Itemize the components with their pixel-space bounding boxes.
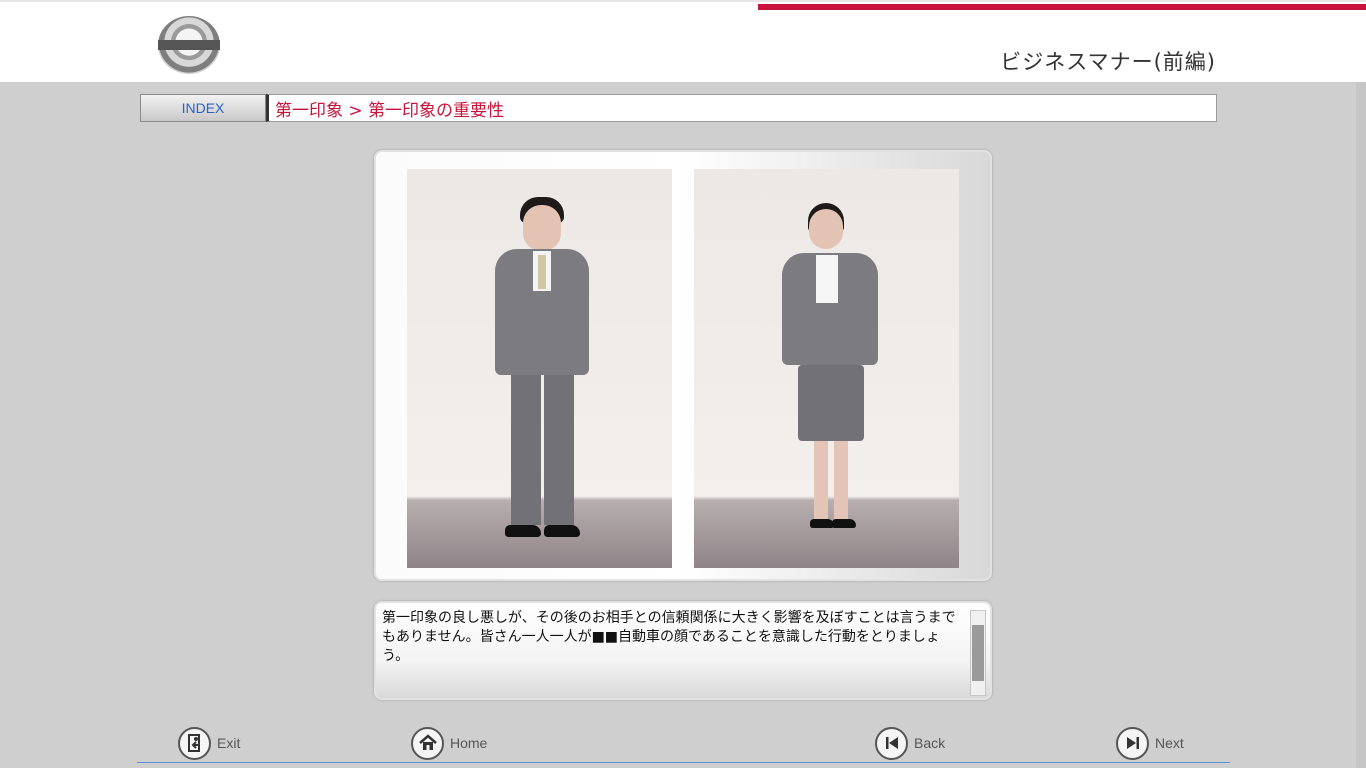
breadcrumb-path: 第一印象 > 第一印象の重要性 [275,100,505,121]
exit-button[interactable]: Exit [178,726,240,760]
narration-scroll-thumb[interactable] [972,625,984,681]
exit-label: Exit [217,735,241,751]
header-accent-bar [758,4,1366,10]
narration-panel: 第一印象の良し悪しが、その後のお相手との信頼関係に大きく影響を及ぼすことは言うま… [374,601,992,700]
back-icon [875,726,908,760]
course-title: ビジネスマナー(前編) [1000,50,1216,74]
header: ビジネスマナー(前編) [0,0,1366,82]
company-logo [158,16,220,74]
footer-divider [137,762,1230,763]
narration-scrollbar[interactable] [970,610,986,696]
home-icon [411,726,444,760]
back-button[interactable]: Back [875,726,945,760]
window-scrollbar[interactable] [1356,82,1366,768]
exit-icon [178,726,211,760]
home-button[interactable]: Home [411,726,487,760]
breadcrumb: 第一印象 > 第一印象の重要性 [266,94,1217,122]
back-label: Back [914,735,946,751]
photo-woman-in-suit [694,169,959,568]
next-button[interactable]: Next [1116,726,1184,760]
next-label: Next [1155,735,1184,751]
photo-man-in-suit [407,169,672,568]
home-label: Home [450,735,488,751]
next-icon [1116,726,1149,760]
index-button[interactable]: INDEX [140,94,266,122]
photo-panel [374,150,992,581]
narration-text: 第一印象の良し悪しが、その後のお相手との信頼関係に大きく影響を及ぼすことは言うま… [382,610,956,664]
